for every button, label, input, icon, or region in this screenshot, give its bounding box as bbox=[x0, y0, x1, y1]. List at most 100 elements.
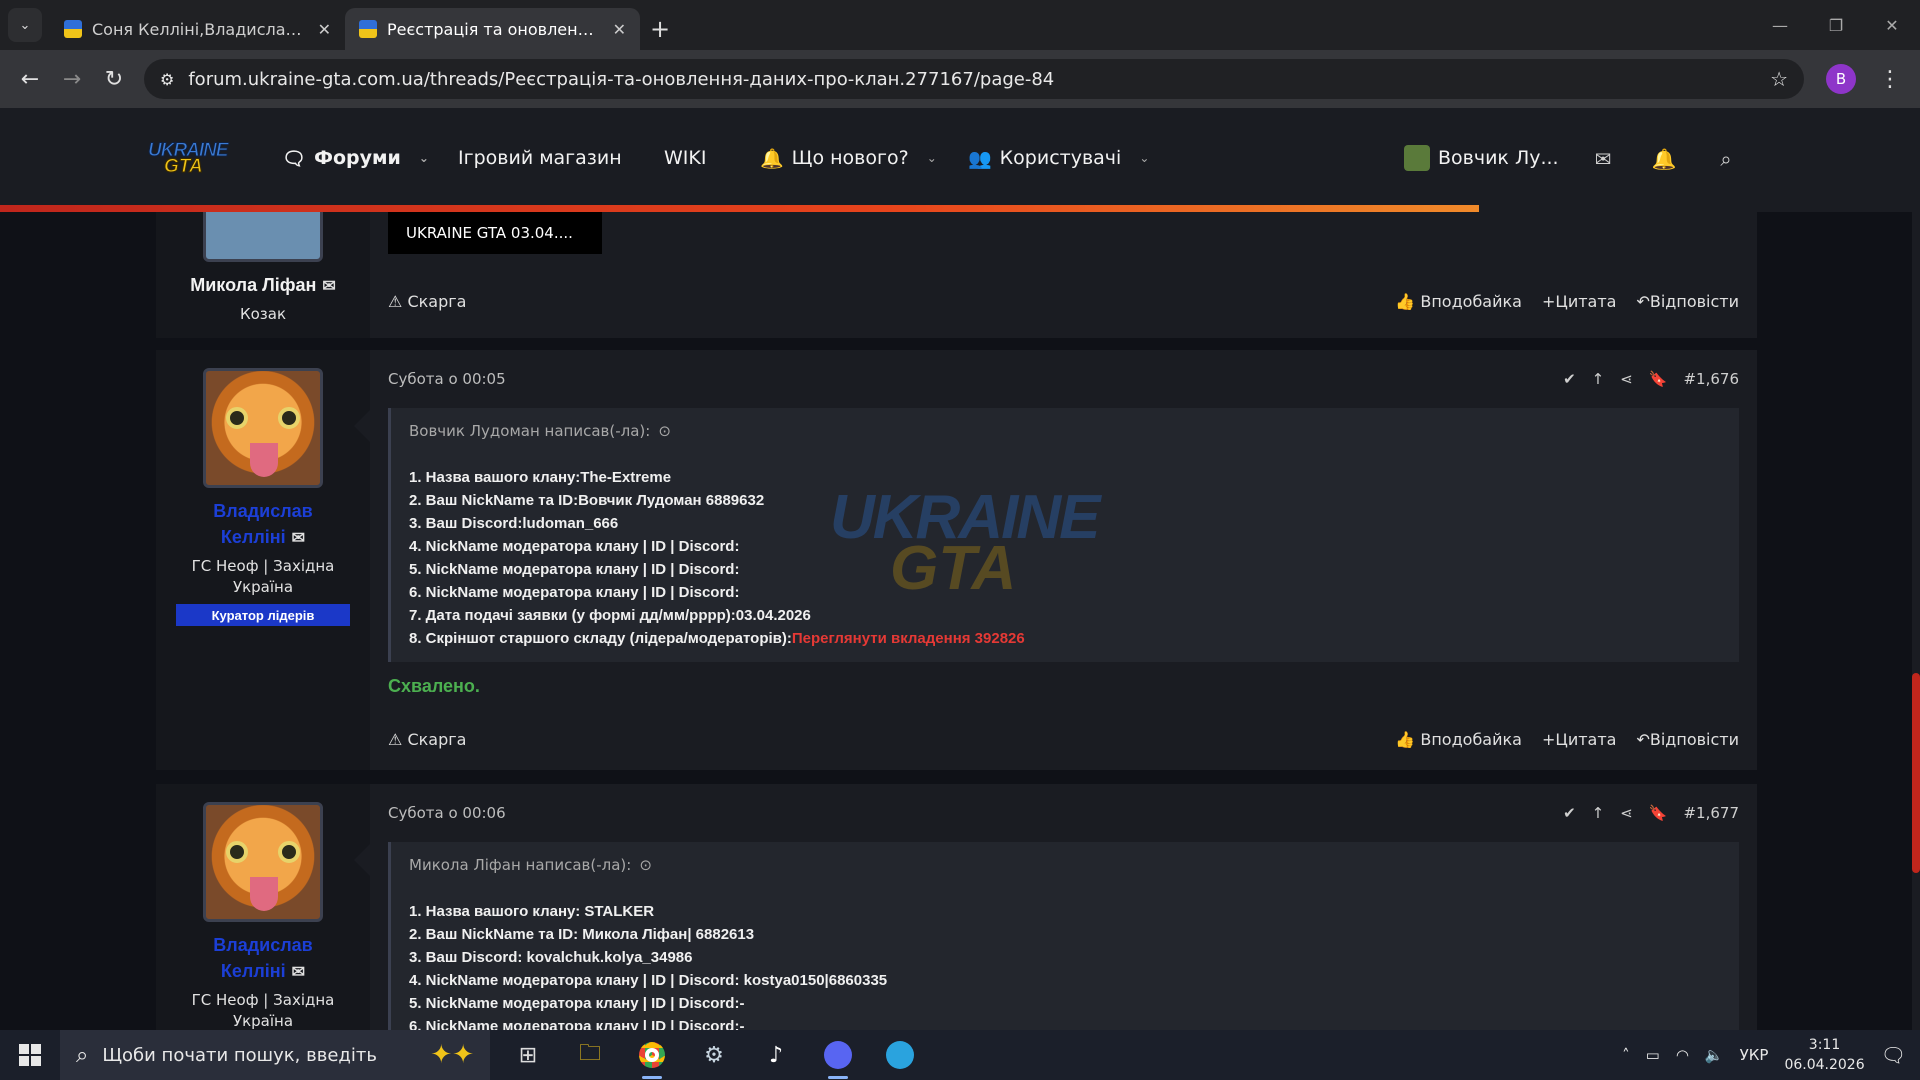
reload-icon[interactable]: ↻ bbox=[96, 61, 132, 97]
tab-search-dropdown-icon[interactable]: ⌄ bbox=[8, 8, 42, 42]
attachment-thumbnail[interactable]: UKRAINE GTA 03.04.... bbox=[388, 212, 602, 254]
post-body: Субота о 00:05 ✔ ↑ ⋖ 🔖 #1,676 Вовчик Луд… bbox=[370, 350, 1757, 770]
browser-tab-active[interactable]: Реєстрація та оновлення дани ✕ bbox=[345, 8, 640, 50]
quote-header[interactable]: Вовчик Лудоман написав(-ла): ⊙ bbox=[409, 408, 1721, 454]
new-tab-button[interactable]: + bbox=[640, 8, 680, 50]
quote-button[interactable]: +Цитата bbox=[1542, 730, 1616, 749]
quote-line: 4. NickName модератора клану | ID | Disc… bbox=[409, 972, 888, 989]
report-button[interactable]: ⚠ Скарга bbox=[388, 292, 466, 311]
nav-whats-new[interactable]: 🔔 Що нового? ⌄ bbox=[760, 108, 937, 208]
post-date[interactable]: Субота о 00:05 bbox=[388, 370, 506, 388]
nav-shop[interactable]: Ігровий магазин bbox=[458, 108, 622, 208]
chrome-icon[interactable] bbox=[632, 1035, 672, 1079]
search-icon[interactable]: ⌕ bbox=[1713, 146, 1739, 172]
like-button[interactable]: 👍 Вподобайка bbox=[1395, 730, 1522, 749]
checkmark-icon[interactable]: ✔ bbox=[1563, 370, 1576, 388]
post-date[interactable]: Субота о 00:06 bbox=[388, 804, 506, 822]
reply-button[interactable]: ↶Відповісти bbox=[1636, 292, 1739, 311]
language-indicator[interactable]: УКР bbox=[1740, 1046, 1769, 1064]
close-tab-icon[interactable]: ✕ bbox=[613, 20, 626, 39]
avatar[interactable] bbox=[203, 212, 323, 262]
post-author[interactable]: Владислав Келліні ✉ bbox=[213, 932, 312, 986]
address-bar[interactable]: ⚙ forum.ukraine-gta.com.ua/threads/Реєст… bbox=[144, 59, 1804, 99]
post-number[interactable]: #1,677 bbox=[1683, 804, 1739, 822]
telegram-icon[interactable] bbox=[880, 1035, 920, 1075]
chevron-down-icon[interactable]: ⌄ bbox=[927, 151, 937, 165]
battery-icon[interactable]: ▭ bbox=[1646, 1046, 1660, 1064]
windows-taskbar: ⌕ Щоби почати пошук, введіть ✦✦ ⊞ 🗀 ⚙ ♪ … bbox=[0, 1030, 1920, 1080]
alerts-bell-icon[interactable]: 🔔 bbox=[1651, 146, 1677, 172]
nav-forums[interactable]: 🗨 Форуми ⌄ bbox=[282, 108, 429, 208]
post-author[interactable]: Микола Ліфан ✉ bbox=[190, 272, 336, 300]
report-button[interactable]: ⚠ Скарга bbox=[388, 730, 466, 749]
arrow-circle-up-icon[interactable]: ⊙ bbox=[639, 856, 652, 874]
arrow-circle-up-icon[interactable]: ⊙ bbox=[658, 422, 671, 440]
close-tab-icon[interactable]: ✕ bbox=[318, 20, 331, 39]
chevron-up-icon[interactable]: ˄ bbox=[1622, 1046, 1630, 1064]
restore-icon[interactable]: ❐ bbox=[1808, 16, 1864, 35]
site-logo[interactable]: UKRAINE GTA bbox=[148, 140, 230, 180]
nav-users[interactable]: 👥 Користувачі ⌄ bbox=[968, 108, 1149, 208]
post-number[interactable]: #1,676 bbox=[1683, 370, 1739, 388]
browser-menu-icon[interactable]: ⋮ bbox=[1872, 61, 1908, 97]
browser-tab[interactable]: Соня Келліні,Владислав Келлін ✕ bbox=[50, 8, 345, 50]
account-menu[interactable]: Вовчик Лу... bbox=[1404, 108, 1559, 208]
scrollbar-thumb[interactable] bbox=[1912, 673, 1920, 873]
forward-icon[interactable]: → bbox=[54, 61, 90, 97]
quote-line: 2. Ваш NickName та ID:Вовчик Лудоман 688… bbox=[409, 492, 765, 509]
minimize-icon[interactable]: — bbox=[1752, 16, 1808, 35]
quote-line: 6. NickName модератора клану | ID | Disc… bbox=[409, 1018, 745, 1030]
reply-button[interactable]: ↶Відповісти bbox=[1636, 730, 1739, 749]
taskbar-search[interactable]: ⌕ Щоби почати пошук, введіть ✦✦ bbox=[60, 1030, 490, 1080]
browser-toolbar: ← → ↻ ⚙ forum.ukraine-gta.com.ua/threads… bbox=[0, 50, 1920, 108]
post-author[interactable]: Владислав Келліні ✉ bbox=[213, 498, 312, 552]
wifi-icon[interactable]: ◠ bbox=[1676, 1046, 1689, 1064]
quote-line: 6. NickName модератора клану | ID | Disc… bbox=[409, 584, 740, 601]
bookmark-icon[interactable]: 🔖 bbox=[1649, 804, 1668, 822]
avatar[interactable] bbox=[203, 368, 323, 488]
post-arrow bbox=[354, 844, 370, 876]
post-body: Субота о 00:06 ✔ ↑ ⋖ 🔖 #1,677 Микола Ліф… bbox=[370, 784, 1757, 1030]
url-text[interactable]: forum.ukraine-gta.com.ua/threads/Реєстра… bbox=[188, 69, 1756, 90]
inbox-icon[interactable]: ✉ bbox=[1590, 146, 1616, 172]
avatar[interactable] bbox=[203, 802, 323, 922]
page-scrollbar[interactable] bbox=[1912, 108, 1920, 1030]
steam-icon[interactable]: ⚙ bbox=[694, 1035, 734, 1075]
chevron-down-icon[interactable]: ⌄ bbox=[419, 151, 429, 165]
account-avatar-icon bbox=[1404, 145, 1430, 171]
back-icon[interactable]: ← bbox=[12, 61, 48, 97]
close-window-icon[interactable]: ✕ bbox=[1864, 16, 1920, 35]
notifications-icon[interactable]: 🗨 bbox=[1881, 1043, 1906, 1067]
share-icon[interactable]: ⋖ bbox=[1620, 370, 1633, 388]
browser-tab-strip: ⌄ Соня Келліні,Владислав Келлін ✕ Реєстр… bbox=[0, 0, 1920, 50]
arrow-up-icon[interactable]: ↑ bbox=[1592, 370, 1605, 388]
bookmark-icon[interactable]: 🔖 bbox=[1649, 370, 1668, 388]
site-info-icon[interactable]: ⚙ bbox=[160, 70, 174, 89]
profile-avatar[interactable]: B bbox=[1826, 64, 1856, 94]
checkmark-icon[interactable]: ✔ bbox=[1563, 804, 1576, 822]
quote-header[interactable]: Микола Ліфан написав(-ла): ⊙ bbox=[409, 842, 1721, 888]
like-button[interactable]: 👍 Вподобайка bbox=[1395, 292, 1522, 311]
attachment-link[interactable]: Переглянути вкладення 392826 bbox=[792, 630, 1025, 647]
clock[interactable]: 3:11 06.04.2026 bbox=[1784, 1035, 1864, 1075]
share-icon[interactable]: ⋖ bbox=[1620, 804, 1633, 822]
user-title: ГС Неоф | Західна Україна bbox=[191, 557, 335, 596]
arrow-up-icon[interactable]: ↑ bbox=[1592, 804, 1605, 822]
mail-icon[interactable]: ✉ bbox=[292, 530, 305, 547]
tiktok-icon[interactable]: ♪ bbox=[756, 1035, 796, 1075]
mail-icon[interactable]: ✉ bbox=[292, 964, 305, 981]
quote-line: 7. Дата подачі заявки (у формі дд/мм/ррр… bbox=[409, 607, 811, 624]
start-button[interactable] bbox=[0, 1030, 60, 1080]
task-view-icon[interactable]: ⊞ bbox=[508, 1035, 548, 1075]
bookmark-star-icon[interactable]: ☆ bbox=[1770, 67, 1788, 91]
post-user-cell: Владислав Келліні ✉ ГС Неоф | Західна Укр… bbox=[156, 784, 370, 1030]
discord-icon[interactable] bbox=[818, 1035, 858, 1079]
quote-button[interactable]: +Цитата bbox=[1542, 292, 1616, 311]
reading-progress-bar bbox=[0, 205, 1479, 212]
volume-icon[interactable]: 🔈 bbox=[1705, 1046, 1724, 1064]
chevron-down-icon[interactable]: ⌄ bbox=[1139, 151, 1149, 165]
nav-wiki[interactable]: WIKI bbox=[664, 108, 706, 208]
file-explorer-icon[interactable]: 🗀 bbox=[570, 1035, 610, 1075]
user-title: Козак bbox=[239, 305, 287, 323]
mail-icon[interactable]: ✉ bbox=[322, 278, 335, 295]
